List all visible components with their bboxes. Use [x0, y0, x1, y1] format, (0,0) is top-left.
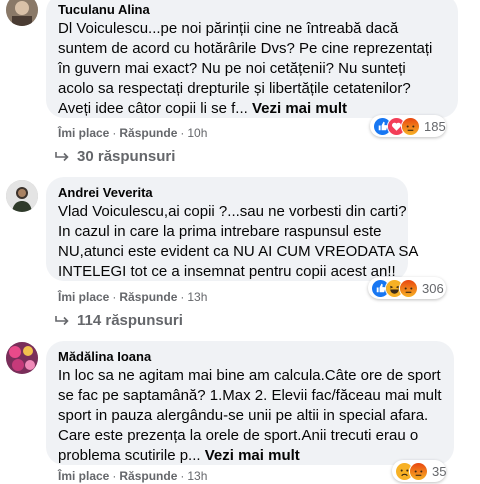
- comment-actions: Îmi place · Răspunde · 13h: [58, 469, 208, 483]
- like-button[interactable]: Îmi place: [58, 126, 109, 140]
- like-button[interactable]: Îmi place: [58, 469, 109, 483]
- view-replies-link[interactable]: 30 răspunsuri: [54, 148, 175, 165]
- reaction-count: 35: [432, 463, 447, 479]
- reply-button[interactable]: Răspunde: [119, 290, 177, 304]
- like-button[interactable]: Îmi place: [58, 290, 109, 304]
- reply-button[interactable]: Răspunde: [119, 469, 177, 483]
- reaction-summary[interactable]: 306: [368, 277, 446, 299]
- reaction-summary[interactable]: 185: [370, 115, 446, 137]
- comment-author[interactable]: Tuculanu Alina: [58, 1, 446, 18]
- comment-bubble: Tuculanu Alina Dl Voiculescu...pe noi pă…: [46, 0, 458, 118]
- comment-bubble: Mădălina Ioana In loc sa ne agitam mai b…: [46, 341, 454, 465]
- avatar[interactable]: [6, 180, 38, 212]
- angry-icon: [401, 116, 420, 136]
- comment-actions: Îmi place · Răspunde · 13h: [58, 290, 208, 304]
- comment-time[interactable]: 13h: [187, 469, 207, 483]
- reply-button[interactable]: Răspunde: [119, 126, 177, 140]
- angry-icon: [409, 461, 428, 481]
- see-more-link[interactable]: Vezi mai mult: [252, 100, 347, 117]
- comment-text: In loc sa ne agitam mai bine am calcula.…: [58, 367, 442, 464]
- comment-text: Vlad Voiculescu,ai copii ?...sau ne vorb…: [58, 203, 419, 280]
- comment-actions: Îmi place · Răspunde · 10h: [58, 126, 208, 140]
- avatar[interactable]: [6, 342, 38, 374]
- comment-author[interactable]: Mădălina Ioana: [58, 348, 442, 365]
- comment-time[interactable]: 13h: [187, 290, 207, 304]
- comment-time[interactable]: 10h: [187, 126, 207, 140]
- reply-arrow-icon: [55, 315, 69, 325]
- comment-bubble: Andrei Veverita Vlad Voiculescu,ai copii…: [46, 177, 419, 281]
- angry-icon: [399, 278, 418, 298]
- reaction-count: 185: [424, 118, 446, 134]
- comment-text: Dl Voiculescu...pe noi părinții cine ne …: [58, 20, 433, 117]
- reaction-count: 306: [422, 280, 444, 296]
- view-replies-link[interactable]: 114 răspunsuri: [54, 312, 183, 329]
- comment-author[interactable]: Andrei Veverita: [58, 184, 396, 201]
- reply-arrow-icon: [55, 151, 69, 161]
- avatar[interactable]: [6, 0, 38, 26]
- reaction-summary[interactable]: 35: [392, 460, 446, 482]
- see-more-link[interactable]: Vezi mai mult: [205, 447, 300, 464]
